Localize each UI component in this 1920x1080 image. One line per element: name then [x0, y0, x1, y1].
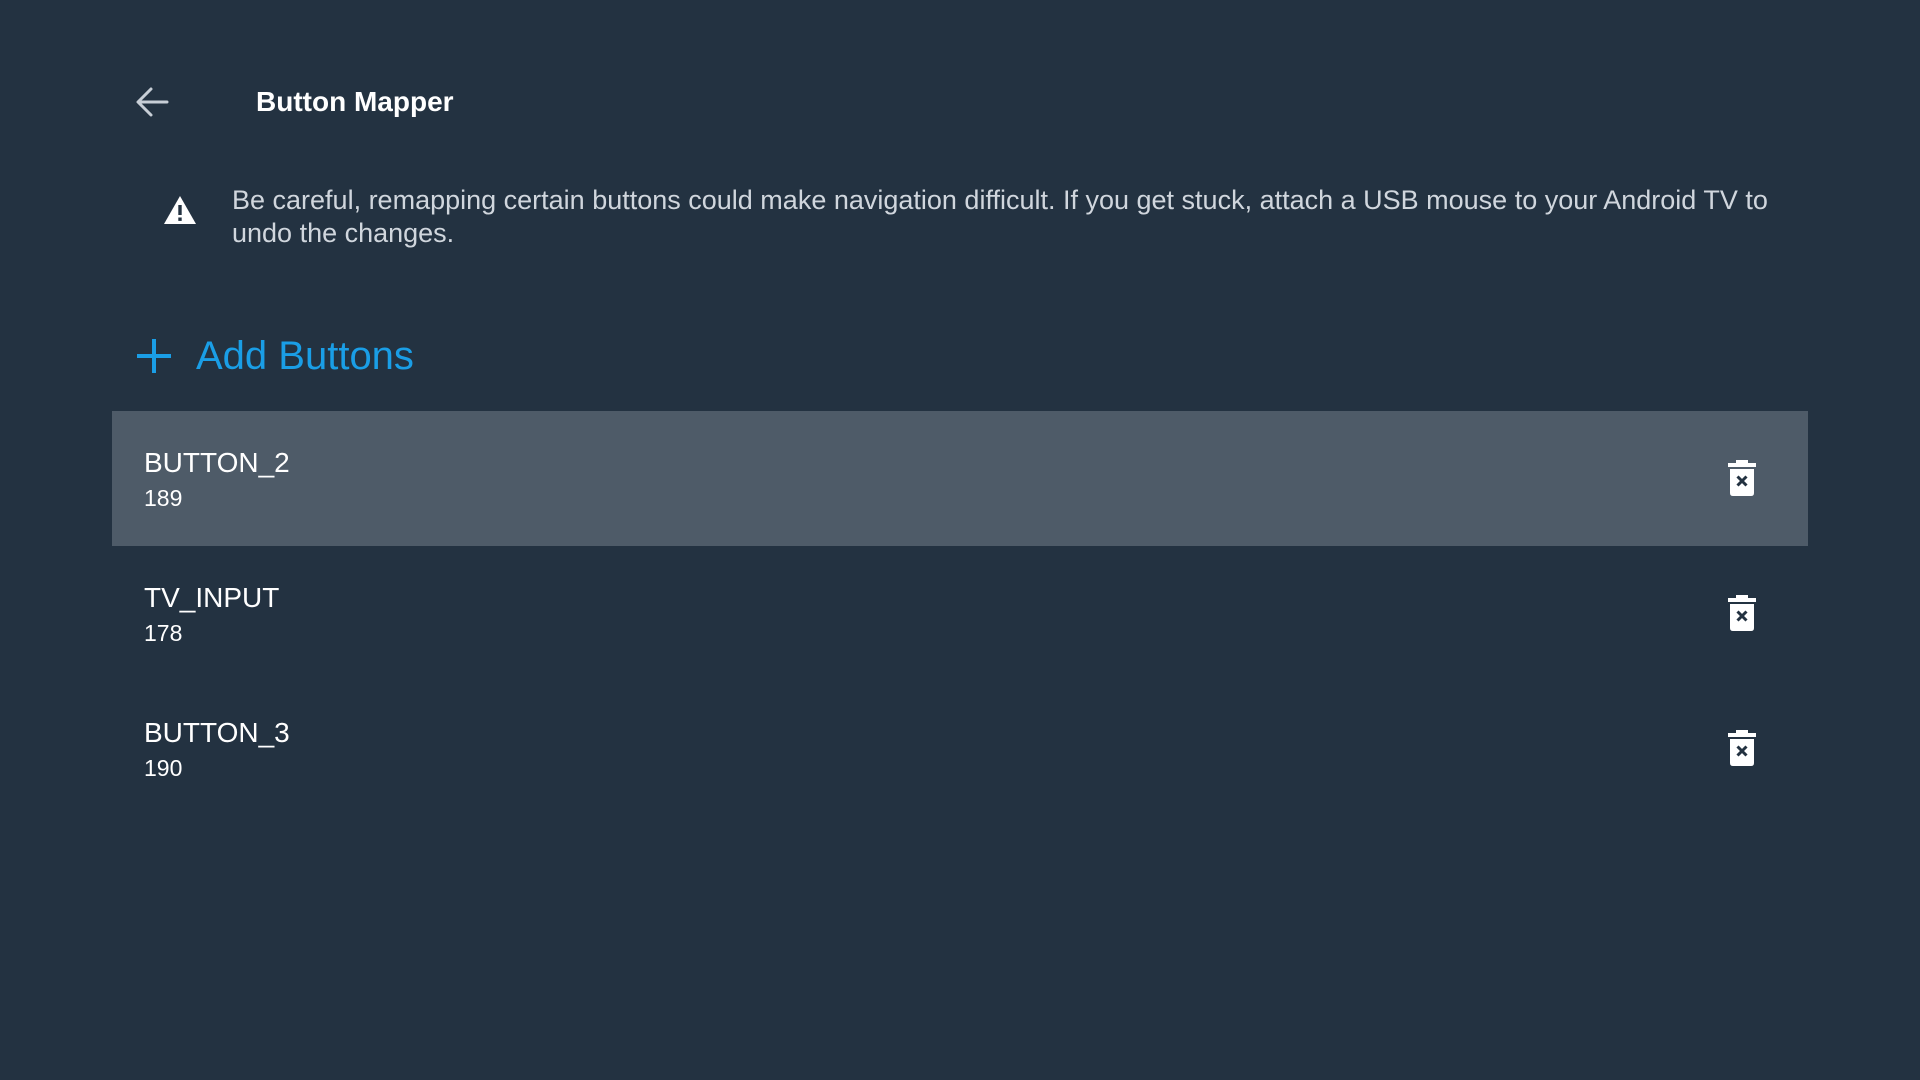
warning-notice: Be careful, remapping certain buttons co… — [162, 184, 1802, 250]
delete-icon — [1728, 595, 1756, 631]
arrow-back-icon — [136, 87, 169, 117]
warning-text: Be careful, remapping certain buttons co… — [232, 185, 1768, 248]
button-name: TV_INPUT — [144, 582, 280, 613]
delete-button[interactable] — [1722, 457, 1762, 499]
key-code: 189 — [144, 485, 183, 511]
delete-icon — [1728, 460, 1756, 496]
add-buttons-button[interactable]: Add Buttons — [134, 328, 414, 384]
header: Button Mapper — [130, 78, 454, 126]
delete-button[interactable] — [1722, 592, 1762, 634]
delete-button[interactable] — [1722, 727, 1762, 769]
key-code: 178 — [144, 620, 183, 646]
list-item[interactable]: BUTTON_3 190 — [112, 681, 1808, 816]
warning-icon — [164, 196, 196, 224]
button-mapper-screen: Button Mapper Be careful, remapping cert… — [0, 0, 1920, 1080]
list-item[interactable]: TV_INPUT 178 — [112, 546, 1808, 681]
button-name: BUTTON_2 — [144, 447, 290, 478]
page-title: Button Mapper — [256, 86, 454, 117]
button-name: BUTTON_3 — [144, 717, 290, 748]
list-item[interactable]: BUTTON_2 189 — [112, 411, 1808, 546]
back-button[interactable] — [130, 80, 174, 124]
plus-icon — [137, 339, 171, 373]
add-buttons-label: Add Buttons — [196, 333, 414, 378]
mapped-buttons-list: BUTTON_2 189 TV_INPUT 178 BUTTON_3 190 — [112, 411, 1808, 816]
key-code: 190 — [144, 755, 183, 781]
delete-icon — [1728, 730, 1756, 766]
